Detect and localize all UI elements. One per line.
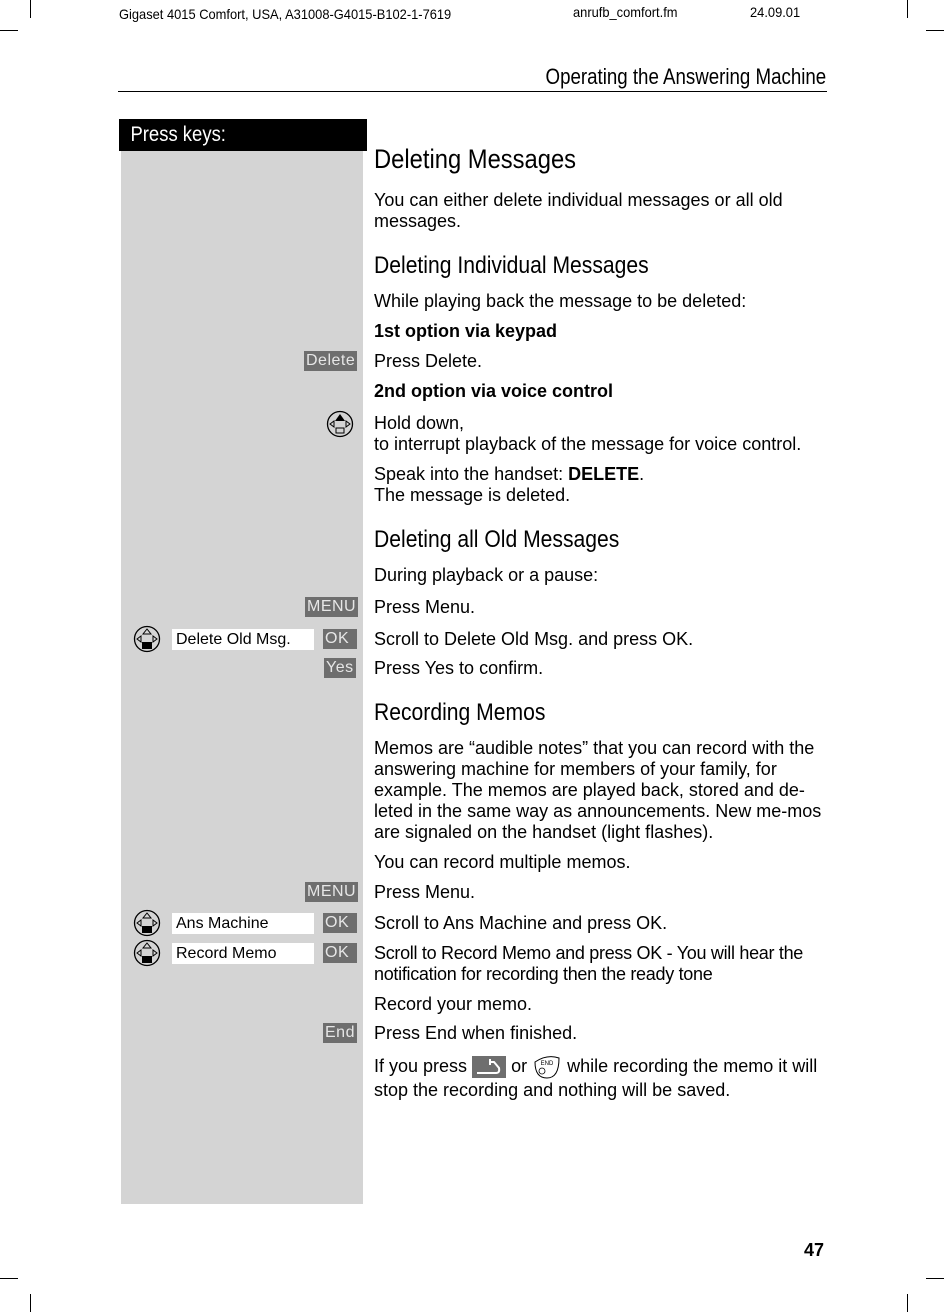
svg-text:END: END [541,1061,554,1067]
page-title: Deleting Messages [374,144,577,174]
press-menu-text: Press Menu. [374,597,476,617]
press-keys-label: Press keys: [119,119,367,151]
crop-mark [0,30,18,31]
page-number: 47 [804,1240,825,1260]
scroll-record-text: Scroll to Record Memo and press OK - You… [374,943,804,984]
press-delete-text: Press Delete. [374,351,483,371]
end-softkey[interactable]: End [323,1023,357,1043]
crop-mark [30,1294,31,1312]
control-key-down-icon[interactable] [133,625,161,653]
intro-text: You can either delete individual message… [374,190,783,231]
option1-text: 1st option via keypad [374,321,558,341]
multiple-text: You can record multiple memos. [374,852,631,872]
yes-softkey[interactable]: Yes [324,658,356,678]
control-key-down-icon[interactable] [133,909,161,937]
crop-mark [0,1278,18,1279]
record-text: Record your memo. [374,994,533,1014]
display-record-memo: Record Memo [172,943,314,964]
crop-mark [907,1294,908,1312]
ok-softkey[interactable]: OK [323,943,357,963]
crop-mark [926,1278,944,1279]
press-menu-text: Press Menu. [374,882,476,902]
option2-text: 2nd option via voice control [374,381,614,401]
doc-info: Gigaset 4015 Comfort, USA, A31008-G4015-… [119,6,452,22]
hold-down-text: Hold down, to interrupt playback of the m… [374,413,802,454]
heading-all-old: Deleting all Old Messages [374,526,620,553]
ok-softkey[interactable]: OK [323,913,357,933]
scroll-delete-text: Scroll to Delete Old Msg. and press OK. [374,629,694,649]
crop-mark [30,0,31,18]
menu-softkey[interactable]: MENU [305,882,359,902]
during-text: During playback or a pause: [374,565,599,585]
menu-softkey[interactable]: MENU [305,597,359,617]
doc-date: 24.09.01 [750,4,801,20]
memos-desc: Memos are “audible notes” that you can r… [374,738,822,842]
header-rule [118,91,827,92]
delete-softkey[interactable]: Delete [304,351,358,371]
back-key-icon[interactable] [472,1056,507,1078]
speak-text: Speak into the handset: DELETE. The messa… [374,464,645,505]
file-name: anrufb_comfort.fm [573,4,678,20]
display-delete-old-msg: Delete Old Msg. [172,629,314,650]
ok-softkey[interactable]: OK [323,629,357,649]
while-playing-text: While playing back the message to be del… [374,291,747,311]
section-title: Operating the Answering Machine [545,64,826,89]
heading-memos: Recording Memos [374,699,546,726]
cancel-note: If you press or END while recording the … [374,1054,818,1100]
crop-mark [926,30,944,31]
scroll-ans-text: Scroll to Ans Machine and press OK. [374,913,668,933]
display-ans-machine: Ans Machine [172,913,314,934]
heading-individual: Deleting Individual Messages [374,252,649,279]
press-yes-text: Press Yes to confirm. [374,658,544,678]
control-key-up-icon[interactable] [326,410,354,438]
control-key-down-icon[interactable] [133,939,161,967]
end-key-icon[interactable]: END [532,1054,562,1080]
press-end-text: Press End when finished. [374,1023,578,1043]
crop-mark [907,0,908,18]
